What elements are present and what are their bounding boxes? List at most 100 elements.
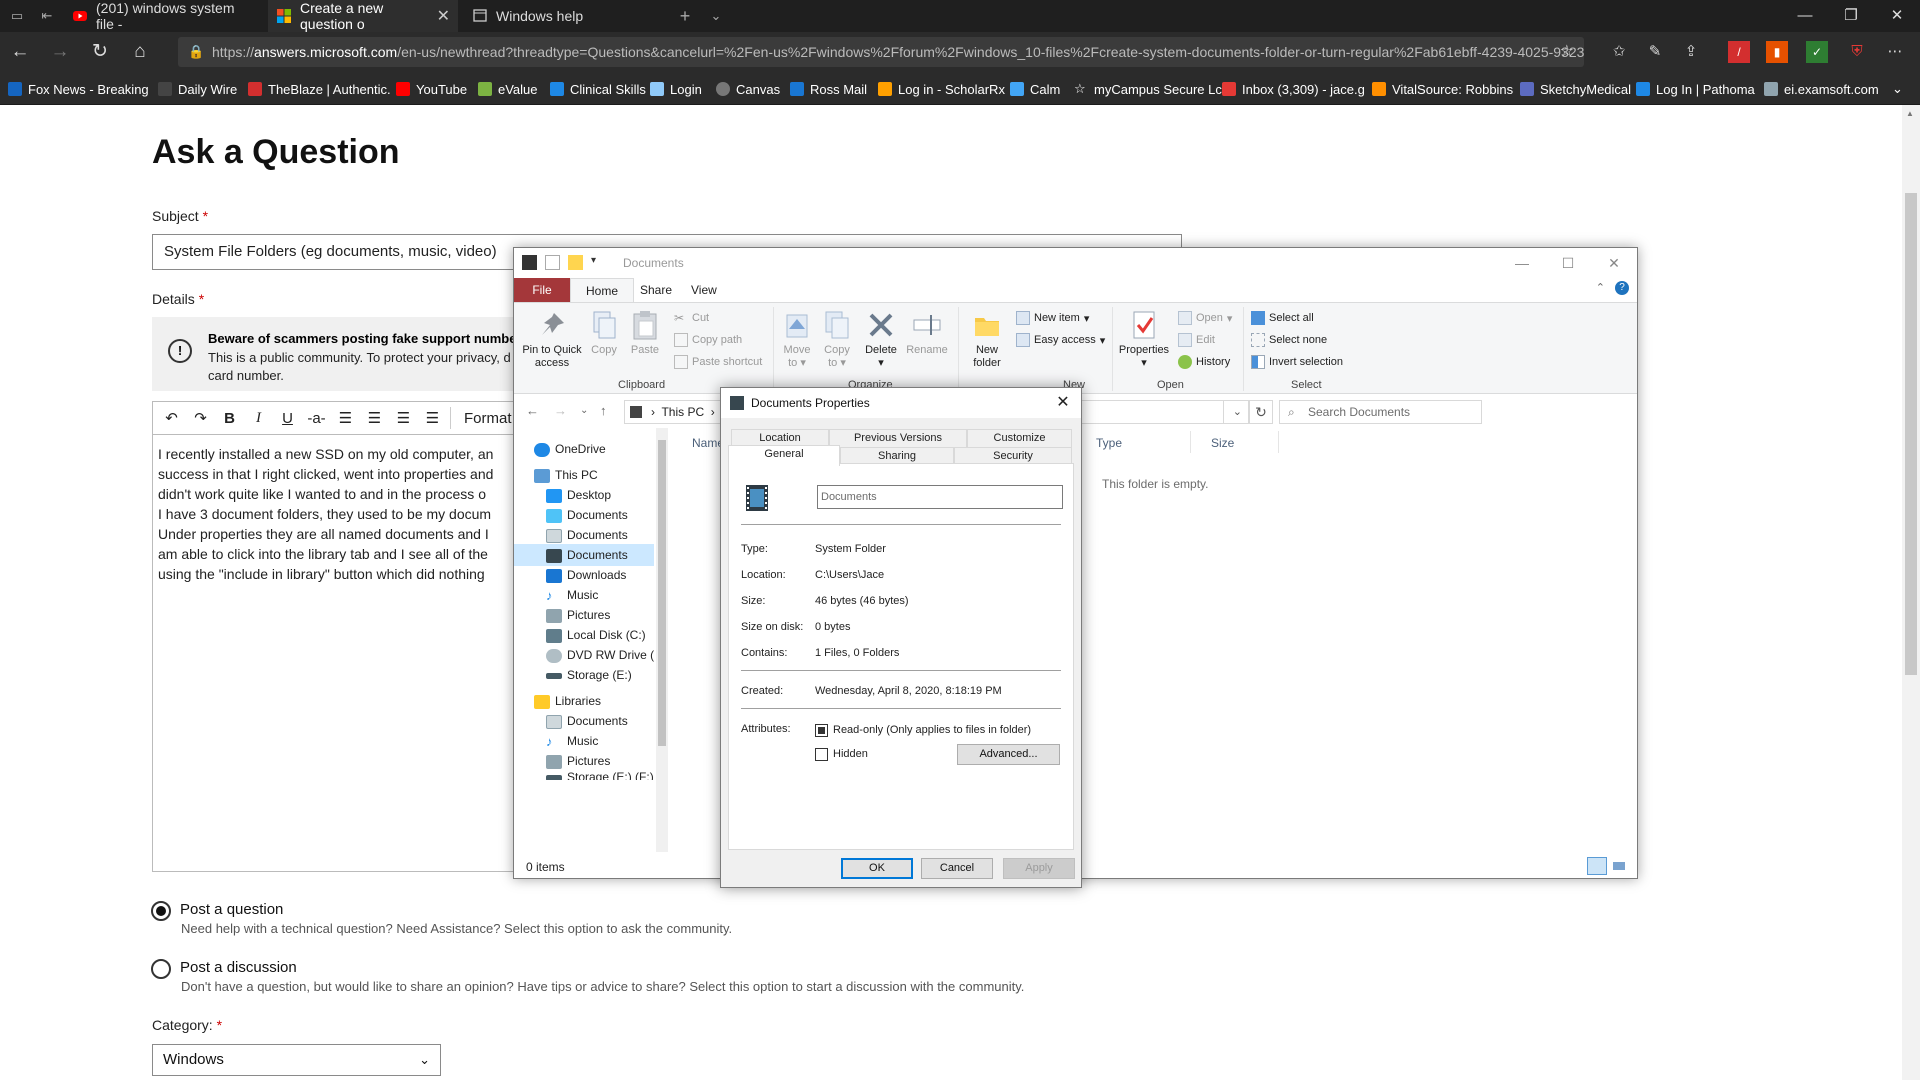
- easy-access-button[interactable]: Easy access ▾: [1016, 333, 1105, 347]
- address-field[interactable]: 🔒 https://answers.microsoft.com/en-us/ne…: [178, 37, 1584, 67]
- paste-shortcut-button[interactable]: Paste shortcut: [674, 355, 762, 369]
- rename-button[interactable]: Rename: [904, 309, 950, 357]
- scrollbar-thumb[interactable]: [1905, 193, 1917, 675]
- favorite-item[interactable]: Canvas: [716, 73, 780, 105]
- readonly-checkbox[interactable]: [815, 724, 828, 737]
- align-center-icon[interactable]: ☰: [360, 405, 389, 432]
- search-documents-input[interactable]: ⌕ Search Documents: [1279, 400, 1482, 424]
- nav-pane-scrollbar[interactable]: [656, 428, 668, 852]
- nav-item-lib-music[interactable]: ♪ Music: [514, 730, 654, 752]
- nav-item-pictures[interactable]: Pictures: [514, 604, 654, 626]
- collapse-ribbon-icon[interactable]: ⌃: [1596, 281, 1605, 295]
- strikethrough-icon[interactable]: -a-: [302, 405, 331, 432]
- category-select[interactable]: Windows ⌄: [152, 1044, 441, 1076]
- favorite-item[interactable]: Daily Wire: [158, 73, 237, 105]
- large-icons-view-icon[interactable]: [1609, 857, 1629, 875]
- favorite-item[interactable]: VitalSource: Robbins: [1372, 73, 1513, 105]
- favorite-item[interactable]: Calm: [1010, 73, 1060, 105]
- refresh-button[interactable]: ↻: [1249, 400, 1273, 424]
- copy-path-button[interactable]: Copy path: [674, 333, 742, 347]
- customize-quick-access-icon[interactable]: ▾: [591, 255, 599, 270]
- favorite-item[interactable]: SketchyMedical: [1520, 73, 1631, 105]
- pdf-extension-icon[interactable]: /: [1728, 41, 1750, 63]
- align-left-icon[interactable]: ☰: [331, 405, 360, 432]
- office-extension-icon[interactable]: ▮: [1766, 41, 1788, 63]
- nav-item-storage-partial[interactable]: Storage (E:) (F:): [514, 770, 654, 780]
- forward-icon[interactable]: →: [554, 403, 567, 418]
- bold-icon[interactable]: B: [215, 405, 244, 432]
- open-button[interactable]: Open ▾: [1178, 311, 1232, 325]
- history-button[interactable]: History: [1178, 355, 1230, 369]
- new-folder-button[interactable]: New folder: [966, 309, 1008, 370]
- nav-item-documents[interactable]: Documents: [514, 524, 654, 546]
- up-icon[interactable]: ↑: [600, 403, 607, 418]
- share-icon[interactable]: ⇪: [1680, 41, 1702, 63]
- tab-customize[interactable]: Customize: [967, 429, 1072, 447]
- ok-button[interactable]: OK: [841, 858, 913, 879]
- copy-to-button[interactable]: Copy to ▾: [819, 309, 855, 370]
- redo-icon[interactable]: ↷: [186, 405, 215, 432]
- pin-quick-access-button[interactable]: Pin to Quick access: [520, 309, 584, 370]
- align-right-icon[interactable]: ☰: [389, 405, 418, 432]
- favorite-item[interactable]: eValue: [478, 73, 538, 105]
- page-scrollbar[interactable]: ▲: [1902, 105, 1920, 1080]
- pen-icon[interactable]: ✎: [1644, 41, 1666, 63]
- shield-extension-icon[interactable]: ⛨: [1846, 41, 1868, 63]
- format-dropdown[interactable]: Format: [464, 410, 512, 427]
- more-menu-icon[interactable]: ⋯: [1884, 41, 1906, 63]
- scrollbar-thumb[interactable]: [658, 440, 666, 746]
- scroll-up-icon[interactable]: ▲: [1906, 109, 1914, 118]
- italic-icon[interactable]: I: [244, 405, 273, 432]
- recent-locations-icon[interactable]: ⌄: [580, 405, 588, 416]
- favorite-item[interactable]: ei.examsoft.com: [1764, 73, 1879, 105]
- back-icon[interactable]: ←: [526, 403, 539, 418]
- properties-button[interactable]: Properties ▾: [1118, 309, 1170, 370]
- tab-youtube[interactable]: (201) windows system file -: [64, 0, 264, 32]
- nav-item-downloads[interactable]: Downloads: [514, 564, 654, 586]
- nav-item-onedrive[interactable]: OneDrive: [514, 438, 654, 460]
- forward-icon[interactable]: →: [48, 40, 72, 64]
- favorite-item[interactable]: YouTube: [396, 73, 467, 105]
- cancel-button[interactable]: Cancel: [921, 858, 993, 879]
- editor-text[interactable]: I recently installed a new SSD on my old…: [158, 444, 493, 584]
- new-item-button[interactable]: New item ▾: [1016, 311, 1089, 325]
- favorite-item[interactable]: Inbox (3,309) - jace.g: [1222, 73, 1365, 105]
- nav-item-music[interactable]: ♪ Music: [514, 584, 654, 606]
- check-extension-icon[interactable]: ✓: [1806, 41, 1828, 63]
- back-icon[interactable]: ←: [8, 40, 32, 64]
- tab-view[interactable]: View: [676, 278, 732, 302]
- refresh-icon[interactable]: ↻: [88, 40, 112, 64]
- home-icon[interactable]: ⌂: [128, 40, 152, 64]
- minimize-icon[interactable]: —: [1782, 0, 1828, 32]
- nav-item-lib-documents[interactable]: Documents: [514, 710, 654, 732]
- select-none-button[interactable]: Select none: [1251, 333, 1327, 347]
- nav-item-lib-pictures[interactable]: Pictures: [514, 750, 654, 772]
- favorite-item[interactable]: Clinical Skills: [550, 73, 646, 105]
- favorite-item[interactable]: TheBlaze | Authentic.: [248, 73, 391, 105]
- details-view-icon[interactable]: [1587, 857, 1607, 875]
- nav-item-dvd[interactable]: DVD RW Drive (D: [514, 644, 654, 666]
- tab-create-question[interactable]: Create a new question o ✕: [268, 0, 458, 32]
- restore-icon[interactable]: ❐: [1828, 0, 1874, 32]
- favorite-item[interactable]: Fox News - Breaking: [8, 73, 149, 105]
- close-icon[interactable]: ✕: [1053, 388, 1073, 418]
- advanced-button[interactable]: Advanced...: [957, 744, 1060, 765]
- nav-item-libraries[interactable]: Libraries: [514, 690, 654, 712]
- nav-item-this-pc[interactable]: This PC: [514, 464, 654, 486]
- paste-button[interactable]: Paste: [626, 309, 664, 357]
- underline-icon[interactable]: U: [273, 405, 302, 432]
- select-all-button[interactable]: Select all: [1251, 311, 1314, 325]
- favorite-star-icon[interactable]: ☆: [1560, 37, 1574, 67]
- address-dropdown[interactable]: ⌄: [1089, 400, 1249, 424]
- nav-item-documents-selected[interactable]: Documents: [514, 544, 654, 566]
- copy-button[interactable]: Copy: [586, 309, 622, 357]
- close-tab-icon[interactable]: ✕: [437, 6, 450, 26]
- edit-button[interactable]: Edit: [1178, 333, 1215, 347]
- delete-button[interactable]: Delete ▾: [861, 309, 901, 370]
- favorites-hub-icon[interactable]: ✩: [1608, 41, 1630, 63]
- favorite-item[interactable]: ☆ myCampus Secure Lc: [1074, 73, 1222, 105]
- tab-general[interactable]: General: [728, 445, 840, 466]
- new-folder-quick-icon[interactable]: [568, 255, 583, 270]
- column-type[interactable]: Type: [1096, 436, 1122, 450]
- favorite-item[interactable]: Log in - ScholarRx: [878, 73, 1005, 105]
